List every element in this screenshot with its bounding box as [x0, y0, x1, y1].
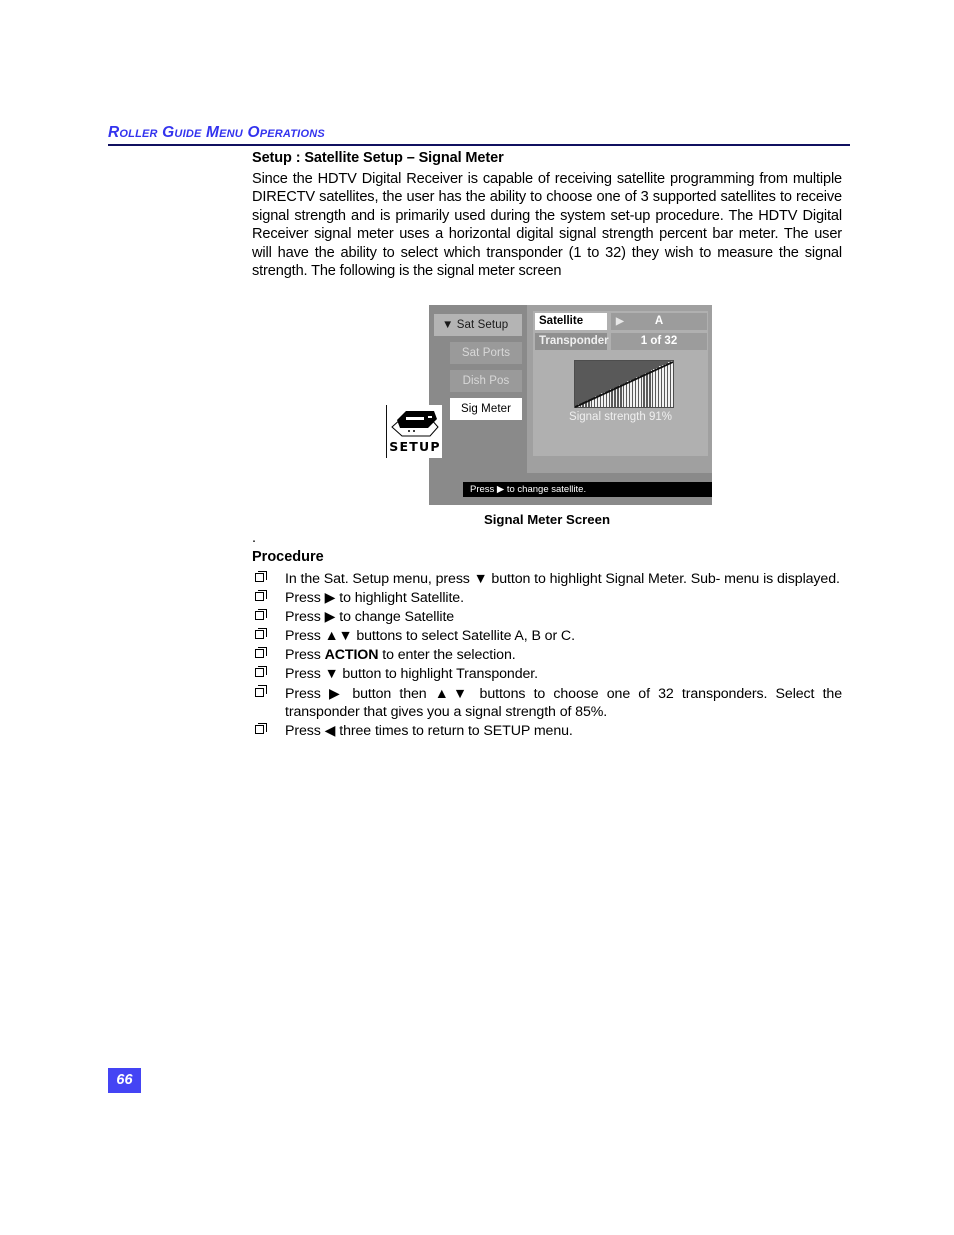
bargraph-bar — [653, 369, 656, 407]
bargraph-bar — [580, 403, 583, 407]
bargraph-bar — [670, 361, 673, 407]
procedure-step: Press ◀ three times to return to SETUP m… — [252, 722, 842, 741]
bargraph-bar — [595, 396, 597, 407]
bargraph-bar — [650, 370, 653, 407]
step-bullet-icon — [255, 628, 268, 640]
procedure-steps: In the Sat. Setup menu, press ▼ button t… — [252, 570, 842, 741]
bargraph-bar — [662, 365, 664, 407]
step-text: Press ▶ button then ▲▼ buttons to choose… — [285, 685, 842, 721]
field-label-transponder: Transponder — [535, 333, 609, 350]
step-text: Press ▼ button to highlight Transponder. — [285, 666, 538, 683]
bargraph-bar — [612, 388, 615, 407]
step-bullet-icon — [255, 685, 268, 697]
bargraph-bar — [636, 377, 638, 407]
page-number-badge: 66 — [108, 1068, 141, 1093]
bargraph-bar — [583, 402, 586, 407]
figure-caption: Signal Meter Screen — [483, 512, 611, 527]
procedure-section: . Procedure In the Sat. Setup menu, pres… — [252, 530, 842, 741]
bargraph-bar — [592, 398, 595, 407]
field-value-satellite[interactable]: ▶ A — [611, 313, 707, 330]
bargraph-bar — [606, 391, 609, 407]
step-text: Press ▶ to change Satellite — [285, 609, 455, 626]
bargraph-bar — [630, 380, 632, 407]
procedure-step: Press ACTION to enter the selection. — [252, 646, 842, 665]
osd-status-bar: Press ▶ to change satellite. — [463, 482, 712, 497]
receiver-box-icon — [391, 411, 439, 437]
stray-period: . — [252, 530, 257, 546]
step-bullet-icon — [255, 570, 268, 582]
bargraph-bar — [668, 362, 670, 407]
procedure-step: Press ▶ to change Satellite — [252, 608, 842, 627]
bargraph-bar — [621, 384, 624, 407]
bargraph-bar — [647, 372, 650, 407]
step-bullet-icon — [255, 647, 268, 659]
bargraph-bar — [641, 375, 644, 407]
step-text: In the Sat. Setup menu, press ▼ button t… — [285, 571, 840, 587]
bargraph-bar — [624, 383, 626, 407]
play-right-arrow-icon: ▶ — [616, 316, 624, 327]
signal-meter-figure: ▼ Sat Setup Sat Ports Dish Pos Sig Meter… — [386, 305, 712, 505]
signal-strength-label: Signal strength 91% — [569, 411, 672, 423]
bargraph-bar — [601, 393, 603, 407]
procedure-step: Press ▲▼ buttons to select Satellite A, … — [252, 627, 842, 646]
header-divider — [108, 144, 850, 147]
step-bullet-icon — [255, 666, 268, 678]
bargraph-bar — [575, 406, 577, 407]
procedure-step: In the Sat. Setup menu, press ▼ button t… — [252, 570, 842, 589]
step-bullet-icon — [255, 723, 268, 735]
menu-item-sat-ports[interactable]: Sat Ports — [450, 342, 522, 364]
menu-item-sat-setup[interactable]: ▼ Sat Setup — [434, 314, 522, 336]
menu-item-sig-meter[interactable]: Sig Meter — [450, 398, 522, 420]
chevron-down-icon: ▼ — [442, 319, 454, 331]
setup-badge-label: SETUP — [389, 439, 441, 454]
bargraph-bar — [633, 379, 635, 407]
bargraph-bar — [659, 366, 661, 407]
step-text: Press ACTION to enter the selection. — [285, 647, 516, 664]
field-label-satellite: Satellite — [535, 313, 607, 330]
bargraph-bar — [618, 385, 621, 407]
bargraph-bar — [665, 364, 667, 407]
procedure-step: Press ▶ to highlight Satellite. — [252, 589, 842, 608]
field-value-transponder[interactable]: 1 of 32 — [611, 333, 707, 350]
procedure-step: Press ▶ button then ▲▼ buttons to choose… — [252, 685, 842, 722]
bargraph-bar — [638, 376, 641, 407]
bargraph-bar — [577, 404, 580, 407]
tv-screen: ▼ Sat Setup Sat Ports Dish Pos Sig Meter… — [386, 305, 712, 505]
menu-item-dish-pos[interactable]: Dish Pos — [450, 370, 522, 392]
step-text: Press ▲▼ buttons to select Satellite A, … — [285, 628, 575, 645]
content-column: Setup : Satellite Setup – Signal Meter S… — [252, 149, 842, 280]
bargraph-bar — [604, 392, 606, 407]
step-bullet-icon — [255, 589, 268, 602]
page-header: Roller Guide Menu Operations — [108, 124, 850, 147]
bargraph-bar — [656, 368, 658, 407]
step-bullet-icon — [255, 608, 268, 621]
step-text: Press ◀ three times to return to SETUP m… — [285, 723, 573, 740]
bargraph-bar — [609, 389, 612, 407]
bargraph-bar — [615, 387, 618, 407]
procedure-title: Procedure — [252, 549, 324, 565]
menu-item-label: Sat Setup — [456, 319, 509, 331]
running-title: Roller Guide Menu Operations — [108, 124, 325, 141]
satellite-value-text: A — [654, 315, 664, 327]
bargraph-bar — [589, 399, 592, 407]
procedure-step: Press ▼ button to highlight Transponder. — [252, 665, 842, 684]
bargraph-bar — [598, 395, 600, 407]
setup-badge: SETUP — [386, 405, 442, 458]
signal-strength-bargraph — [574, 360, 674, 408]
section-paragraph: Since the HDTV Digital Receiver is capab… — [252, 171, 842, 280]
bargraph-bar — [627, 381, 629, 407]
bargraph-bar — [586, 400, 589, 407]
step-text: Press ▶ to highlight Satellite. — [285, 590, 464, 607]
section-title: Setup : Satellite Setup – Signal Meter — [252, 150, 504, 166]
bargraph-bar — [644, 373, 647, 407]
bargraph-bars — [575, 361, 673, 407]
